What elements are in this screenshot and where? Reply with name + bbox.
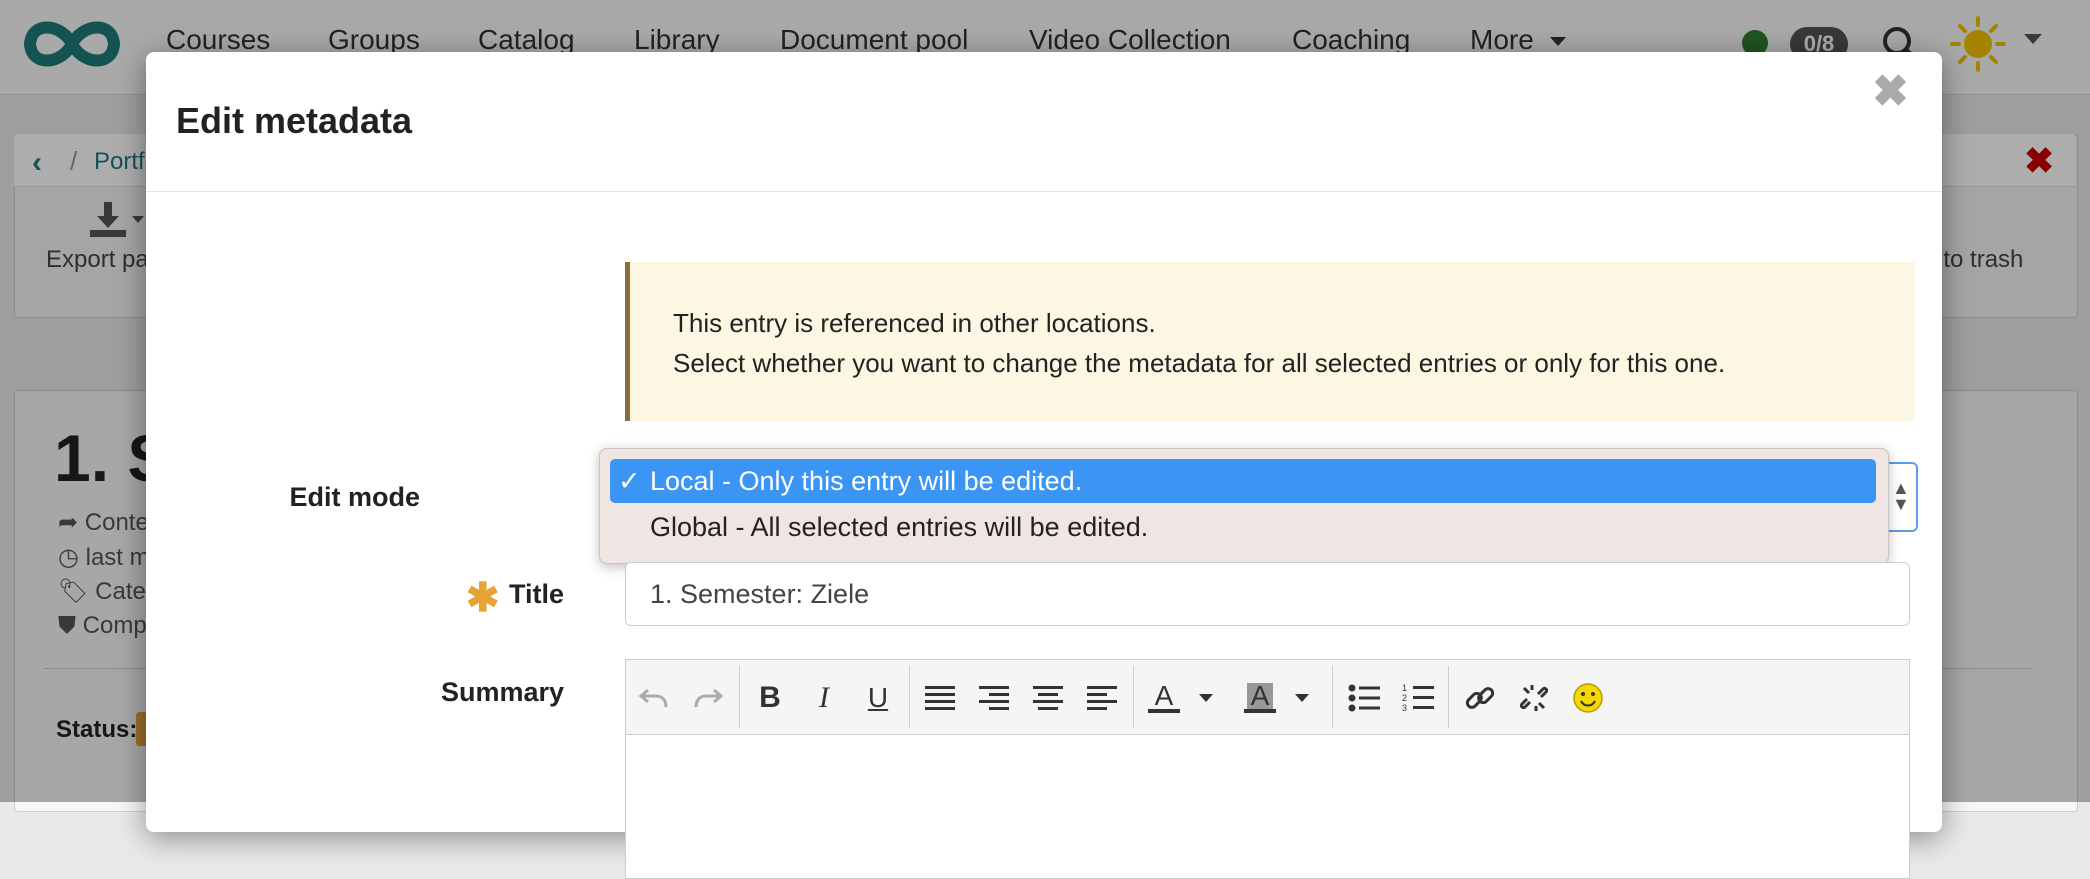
option-label: Global - All selected entries will be ed… <box>650 512 1149 542</box>
toolbar-separator <box>909 666 910 728</box>
text-color-icon[interactable]: A <box>1144 678 1184 718</box>
link-icon[interactable] <box>1460 678 1500 718</box>
redo-icon[interactable] <box>688 678 728 718</box>
unlink-icon[interactable] <box>1514 678 1554 718</box>
select-arrows-icon: ▲ ▼ <box>1892 478 1910 514</box>
italic-icon[interactable]: I <box>804 678 844 718</box>
toolbar-separator <box>1448 666 1449 728</box>
toolbar-separator <box>1332 666 1333 728</box>
summary-label-text: Summary <box>440 677 564 707</box>
svg-text:2: 2 <box>1402 693 1407 703</box>
emoticon-icon[interactable] <box>1568 678 1608 718</box>
editor-toolbar: B I U A A 1 2 3 <box>626 660 1909 735</box>
dialog-title: Edit metadata <box>176 100 413 141</box>
align-center-icon[interactable] <box>1028 678 1068 718</box>
toolbar-separator <box>739 666 740 728</box>
edit-mode-label: Edit mode <box>146 482 420 513</box>
align-justify-icon[interactable] <box>920 678 960 718</box>
alert-line: Select whether you want to change the me… <box>673 348 1726 378</box>
bold-icon[interactable]: B <box>750 678 790 718</box>
summary-label: Summary <box>146 677 564 708</box>
toolbar-separator <box>1133 666 1134 728</box>
title-input[interactable] <box>625 562 1910 626</box>
background-color-icon[interactable]: A <box>1240 678 1280 718</box>
edit-metadata-dialog: Edit metadata ✖ This entry is referenced… <box>146 52 1942 879</box>
title-label: Title <box>146 579 564 610</box>
edit-mode-option-local[interactable]: ✓ Local - Only this entry will be edited… <box>610 459 1876 503</box>
title-label-text: Title <box>508 579 564 609</box>
svg-text:1: 1 <box>1402 683 1407 693</box>
edit-mode-dropdown: ✓ Local - Only this entry will be edited… <box>599 448 1889 564</box>
chevron-down-icon[interactable] <box>1186 678 1226 718</box>
underline-icon[interactable]: U <box>858 678 898 718</box>
numbered-list-icon[interactable]: 123 <box>1398 678 1438 718</box>
undo-icon[interactable] <box>634 678 674 718</box>
align-left-icon[interactable] <box>1082 678 1122 718</box>
align-right-icon[interactable] <box>974 678 1014 718</box>
option-label: Local - Only this entry will be edited. <box>650 466 1083 496</box>
info-alert: This entry is referenced in other locati… <box>625 262 1915 421</box>
alert-line: This entry is referenced in other locati… <box>673 308 1156 338</box>
edit-mode-label-text: Edit mode <box>289 482 420 512</box>
edit-mode-option-global[interactable]: Global - All selected entries will be ed… <box>610 505 1876 549</box>
chevron-down-icon[interactable] <box>1282 678 1322 718</box>
dialog-header: Edit metadata ✖ <box>146 52 1942 192</box>
summary-editor[interactable]: B I U A A 1 2 3 <box>625 659 1910 879</box>
close-icon[interactable]: ✖ <box>1872 66 1909 117</box>
svg-text:3: 3 <box>1402 703 1407 713</box>
bullet-list-icon[interactable] <box>1344 678 1384 718</box>
checkmark-icon: ✓ <box>618 466 641 496</box>
